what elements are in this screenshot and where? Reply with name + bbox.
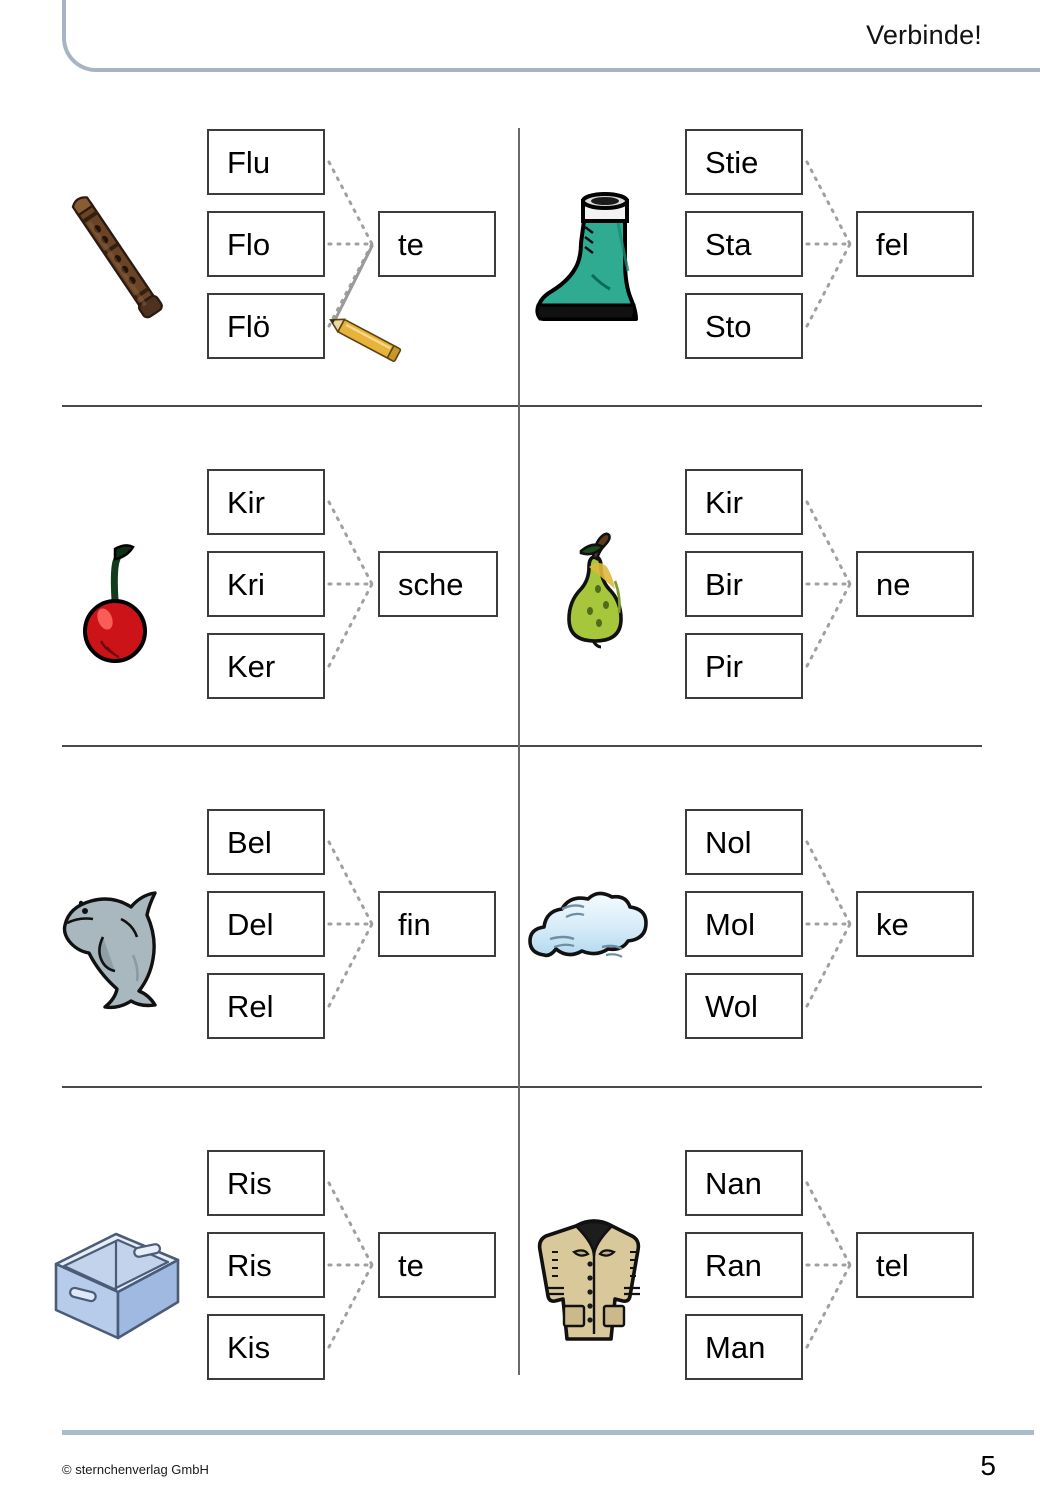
syllable-box[interactable]: Bir [685,551,803,617]
syllable-box[interactable]: Pir [685,633,803,699]
picture-rubber-boot-icon [520,118,670,398]
exercise-cell-2: Stie Sta Sto fel [520,118,980,398]
syllable-box[interactable]: Flö [207,293,325,359]
pencil-icon [329,318,402,363]
syllable-box[interactable]: Sto [685,293,803,359]
picture-recorder-flute-icon [42,118,192,398]
syllable-box[interactable]: Mol [685,891,803,957]
syllable-box[interactable]: Wol [685,973,803,1039]
exercise-cell-1: Flu Flo Flö te [42,118,502,398]
exercise-cell-3: Kir Kri Ker sche [42,458,502,738]
ending-box[interactable]: ne [856,551,974,617]
picture-storage-crate-icon [42,1139,192,1419]
picture-coat-icon [520,1139,670,1419]
exercise-cell-8: Nan Ran Man tel [520,1139,980,1419]
picture-pear-icon [520,458,670,738]
syllable-box[interactable]: Nan [685,1150,803,1216]
syllable-box[interactable]: Kir [207,469,325,535]
ending-box[interactable]: sche [378,551,498,617]
exercise-cell-6: Nol Mol Wol ke [520,798,980,1078]
row-divider-2 [62,745,982,747]
footer-rule [62,1430,1034,1435]
ending-box[interactable]: fel [856,211,974,277]
exercise-cell-4: Kir Bir Pir ne [520,458,980,738]
page-number: 5 [980,1450,996,1481]
syllable-box[interactable]: Nol [685,809,803,875]
ending-box[interactable]: tel [856,1232,974,1298]
syllable-box[interactable]: Flu [207,129,325,195]
syllable-box[interactable]: Stie [685,129,803,195]
syllable-box[interactable]: Ris [207,1150,325,1216]
row-divider-3 [62,1086,982,1088]
syllable-box[interactable]: Ran [685,1232,803,1298]
ending-box[interactable]: ke [856,891,974,957]
exercise-cell-7: Ris Ris Kis te [42,1139,502,1419]
syllable-box[interactable]: Sta [685,211,803,277]
syllable-box[interactable]: Flo [207,211,325,277]
footer-copyright: © sternchenverlag GmbH [62,1462,209,1477]
ending-box[interactable]: te [378,1232,496,1298]
picture-dolphin-icon [42,798,192,1078]
syllable-box[interactable]: Ker [207,633,325,699]
picture-cloud-icon [520,798,670,1078]
syllable-box[interactable]: Bel [207,809,325,875]
ending-box[interactable]: te [378,211,496,277]
syllable-box[interactable]: Kis [207,1314,325,1380]
syllable-box[interactable]: Rel [207,973,325,1039]
picture-cherry-icon [42,458,192,738]
row-divider-1 [62,405,982,407]
exercise-cell-5: Bel Del Rel fin [42,798,502,1078]
syllable-box[interactable]: Kri [207,551,325,617]
page-title: Verbinde! [866,20,982,50]
syllable-box[interactable]: Ris [207,1232,325,1298]
syllable-box[interactable]: Man [685,1314,803,1380]
syllable-box[interactable]: Kir [685,469,803,535]
ending-box[interactable]: fin [378,891,496,957]
syllable-box[interactable]: Del [207,891,325,957]
